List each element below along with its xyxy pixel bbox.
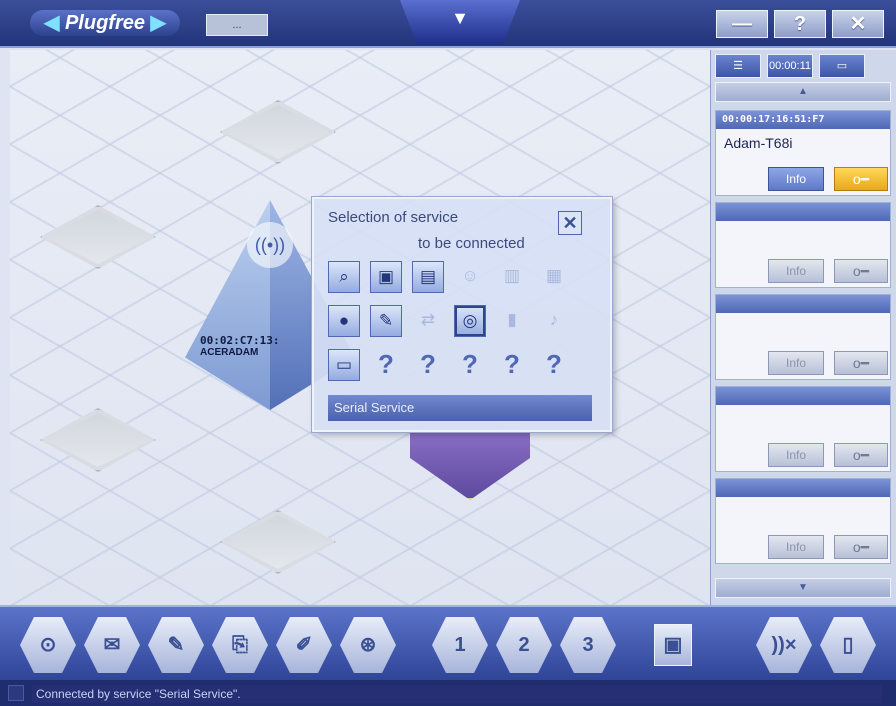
info-button[interactable]: Info — [768, 351, 824, 375]
disconnect-button[interactable]: ))× — [756, 617, 812, 673]
info-button[interactable]: Info — [768, 443, 824, 467]
empty-tile[interactable] — [220, 510, 336, 574]
selected-service-label: Serial Service — [328, 395, 592, 421]
plugfree-logo: ◀ Plugfree ▶ — [30, 10, 180, 36]
service-icon-dialup[interactable]: ⌕ — [328, 261, 360, 293]
profile-2-button[interactable]: 2 — [496, 617, 552, 673]
service-icon-audio: ♪ — [549, 310, 559, 329]
key-icon[interactable]: o━ — [834, 443, 888, 467]
service-icon-serial[interactable]: ◎ — [454, 305, 486, 337]
info-button[interactable]: Info — [768, 167, 824, 191]
service-icon-unknown: ? — [462, 349, 478, 379]
device-slot[interactable]: Info o━ — [715, 202, 891, 288]
dialog-title: Selection of service — [328, 209, 459, 226]
info-button[interactable]: Info — [768, 259, 824, 283]
service-icon-unknown: ? — [546, 349, 562, 379]
close-window-button[interactable]: ✕ — [832, 10, 884, 38]
list-view-button[interactable]: ☰ — [715, 54, 761, 78]
dialog-close-button[interactable]: ✕ — [558, 211, 582, 235]
service-icon-exchange: ⇄ — [420, 310, 436, 329]
chevron-down-icon: ▼ — [451, 8, 469, 28]
status-message: Connected by service "Serial Service". — [32, 685, 882, 703]
service-icon-phone: ▮ — [507, 310, 517, 329]
title-mini-chip[interactable]: ... — [206, 14, 268, 36]
key-icon[interactable]: o━ — [834, 535, 888, 559]
dialog-title-line2: to be connected — [418, 235, 525, 252]
bottom-toolbar: ⊙ ✉ ✎ ⎘ ✐ ⊛ 1 2 3 ▣ ))× ▯ — [0, 605, 896, 680]
empty-tile[interactable] — [40, 205, 156, 269]
device-list-panel: ☰ 00:00:11 ▭ ▲ 00:00:17:16:51:F7 Adam-T6… — [710, 50, 896, 605]
logo-right-arrow-icon: ▶ — [150, 12, 166, 34]
service-selection-dialog: Selection of service to be connected ✕ ⌕… — [312, 197, 612, 432]
status-bar: Connected by service "Serial Service". — [0, 680, 896, 706]
export-button[interactable]: ▣ — [654, 624, 692, 666]
logo-left-arrow-icon: ◀ — [44, 12, 60, 34]
key-icon[interactable]: o━ — [834, 167, 888, 191]
service-icon-file-transfer: ▥ — [503, 266, 521, 285]
service-icon-printer[interactable]: ▭ — [328, 349, 360, 381]
title-bar: ◀ Plugfree ▶ ... ▼ — ? ✕ — [0, 0, 896, 48]
slot-device-name: Adam-T68i — [724, 135, 793, 151]
mail-button[interactable]: ✉ — [84, 617, 140, 673]
connected-device-base[interactable] — [410, 430, 530, 500]
power-button[interactable]: ▯ — [820, 617, 876, 673]
slot-mac-address: 00:00:17:16:51:F7 — [716, 111, 890, 129]
scroll-up-button[interactable]: ▲ — [715, 82, 891, 102]
empty-tile[interactable] — [220, 100, 336, 164]
device-slot[interactable]: Info o━ — [715, 478, 891, 564]
key-icon[interactable]: o━ — [834, 259, 888, 283]
scroll-down-button[interactable]: ▼ — [715, 578, 891, 598]
device-slot[interactable]: Info o━ — [715, 294, 891, 380]
wireless-signal-icon: ((•)) — [247, 222, 293, 268]
service-icon-headset: ☺ — [461, 266, 479, 285]
empty-tile[interactable] — [40, 408, 156, 472]
profile-1-button[interactable]: 1 — [432, 617, 488, 673]
pencil-button[interactable]: ✐ — [276, 617, 332, 673]
plugfree-window: ◀ Plugfree ▶ ... ▼ — ? ✕ ((•)) 00:02:C7:… — [0, 0, 896, 706]
minimize-button[interactable]: — — [716, 10, 768, 38]
service-icon-fax[interactable]: ▣ — [370, 261, 402, 293]
dropdown-tab[interactable]: ▼ — [400, 0, 520, 44]
device-mac-address: 00:02:C7:13: — [200, 334, 280, 347]
edit-button[interactable]: ✎ — [148, 617, 204, 673]
key-icon[interactable]: o━ — [834, 351, 888, 375]
device-slot[interactable]: 00:00:17:16:51:F7 Adam-T68i Info o━ — [715, 110, 891, 196]
status-indicator — [8, 685, 24, 701]
settings-button[interactable]: ⊛ — [340, 617, 396, 673]
logo-text: Plugfree — [64, 12, 145, 34]
profile-3-button[interactable]: 3 — [560, 617, 616, 673]
service-icon-unknown: ? — [504, 349, 520, 379]
screen-view-button[interactable]: ▭ — [819, 54, 865, 78]
copy-button[interactable]: ⎘ — [212, 617, 268, 673]
search-device-button[interactable]: ⊙ — [20, 617, 76, 673]
service-icon-unknown: ? — [378, 349, 394, 379]
device-name-label: ACERADAM — [200, 347, 259, 358]
address-view-button[interactable]: 00:00:11 — [767, 54, 813, 78]
help-button[interactable]: ? — [774, 10, 826, 38]
service-icon-pen[interactable]: ✎ — [370, 305, 402, 337]
service-icon-sync: ▦ — [545, 266, 563, 285]
service-icon-lan-access[interactable]: ▤ — [412, 261, 444, 293]
service-icon-camera[interactable]: ● — [328, 305, 360, 337]
service-icon-unknown: ? — [420, 349, 436, 379]
info-button[interactable]: Info — [768, 535, 824, 559]
device-slot[interactable]: Info o━ — [715, 386, 891, 472]
